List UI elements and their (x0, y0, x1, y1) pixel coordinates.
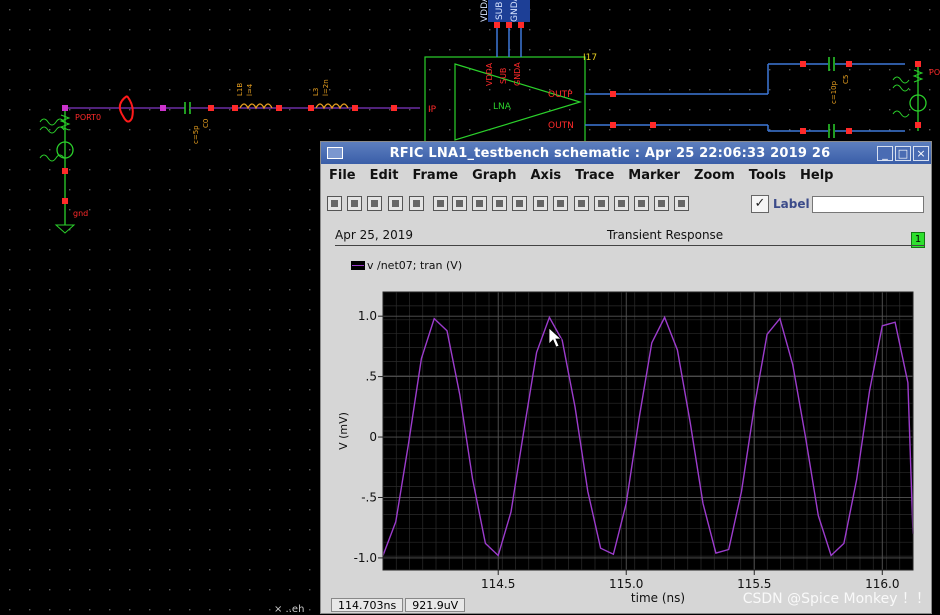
lna-inner-vdd: VDDA (485, 62, 494, 86)
waveform-window[interactable]: RFIC LNA1_testbench schematic : Apr 25 2… (320, 141, 932, 614)
cap-c0-label: C0 (202, 119, 210, 128)
lna-instance: I17 (583, 53, 597, 63)
status-value: 921.9uV (405, 598, 466, 612)
pin-ip: IP (428, 105, 437, 115)
pin-outp: OUTP (548, 90, 573, 100)
lna-inner-gnd: GNDA (513, 62, 522, 86)
supply-pin-sub: SUB (495, 2, 505, 20)
ind-l3-label: L3 (312, 88, 320, 96)
lna-name: LNA (493, 102, 512, 112)
y-tick-label: .5 (366, 370, 377, 384)
pin-outn: OUTN (548, 121, 574, 131)
cap-c0-value: c=5p (192, 125, 200, 144)
supply-pin-gnda: GNDA (510, 0, 520, 22)
cap-c5-label: C5 (842, 75, 850, 84)
watermark: CSDN @Spice Monkey ！！ (742, 591, 930, 607)
ind-l1b-label: L1B (236, 83, 244, 96)
y-tick-label: 0 (369, 430, 377, 444)
cap-c5-value: c=10p (830, 80, 838, 104)
ind-l1b-value: l=4 (246, 83, 254, 96)
y-axis-label: V (mV) (337, 412, 350, 450)
y-tick-label: -1.0 (354, 551, 377, 565)
x-tick-label: 115.0 (609, 577, 643, 591)
ind-l3-value: l=2n (322, 79, 330, 96)
status-time: 114.703ns (331, 598, 404, 612)
port-right-label: PO (929, 68, 940, 77)
lna-inner-sub: SUB (499, 68, 508, 84)
bottom-fragment: × ..eh (274, 604, 305, 615)
transient-chart[interactable]: 114.5 115.0 115.5 116.01.0.50-.5-1.0time (n… (321, 142, 931, 614)
supply-pin-vdda: VDDA (480, 0, 490, 22)
port0-label: PORT0 (75, 113, 101, 122)
status-bar: 114.703ns 921.9uV (331, 598, 467, 614)
x-tick-label: 114.5 (481, 577, 515, 591)
x-axis-label: time (ns) (631, 591, 685, 605)
y-tick-label: 1.0 (358, 309, 377, 323)
gnd-label: gnd (73, 209, 88, 218)
y-tick-label: -.5 (361, 490, 377, 504)
